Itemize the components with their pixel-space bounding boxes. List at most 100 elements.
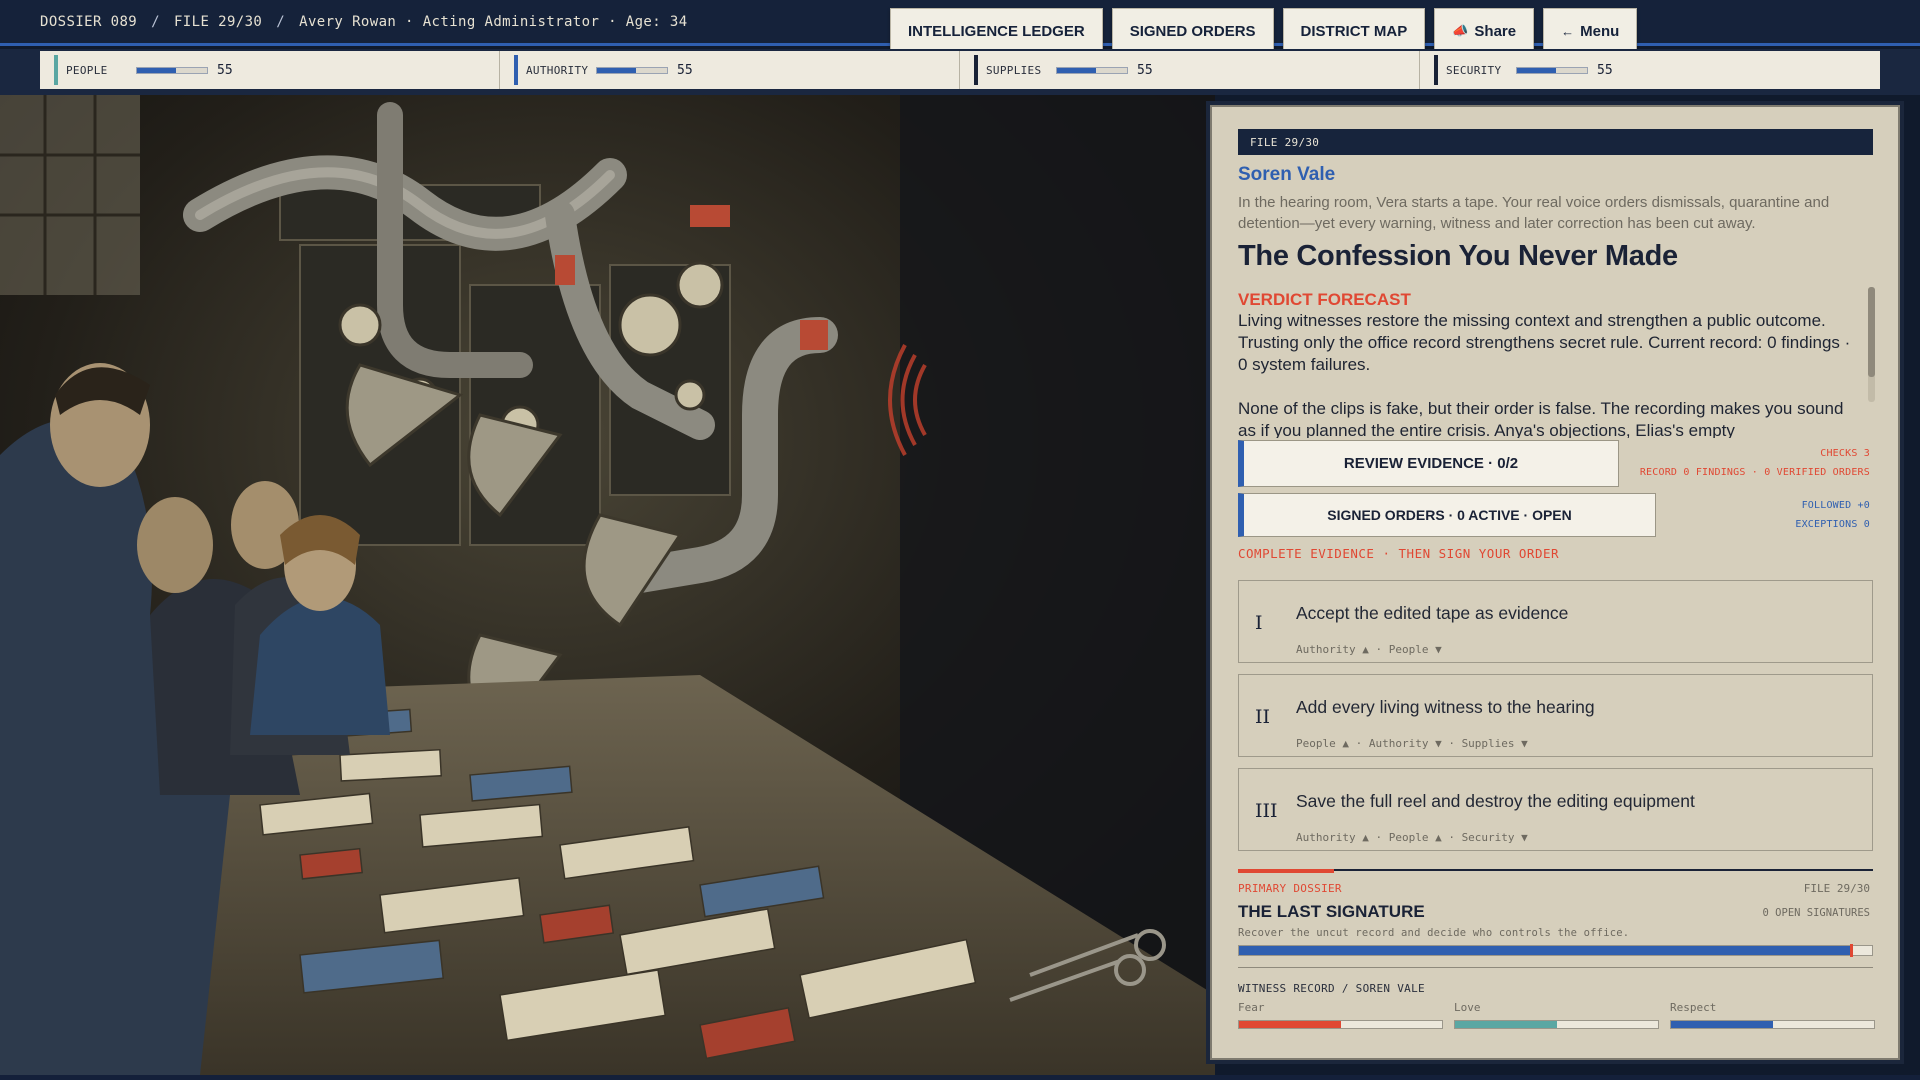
top-bar: DOSSIER 089 / FILE 29/30 / Avery Rowan · Act…	[0, 0, 1920, 54]
choice-number: I	[1255, 611, 1263, 634]
menu-label: Menu	[1580, 22, 1620, 40]
signed-orders-button[interactable]: SIGNED ORDERS	[1111, 8, 1274, 54]
scene-illustration	[0, 95, 1215, 1075]
relation-meter	[1238, 1020, 1443, 1029]
instruction-text: COMPLETE EVIDENCE · THEN SIGN YOUR ORDER	[1238, 546, 1560, 561]
choice-effects: People ▲ · Authority ▼ · Supplies ▼	[1296, 737, 1528, 750]
relation-love: Love	[1454, 1001, 1659, 1029]
choice-option-3[interactable]: III Save the full reel and destroy the e…	[1238, 768, 1873, 851]
dossier-panel: FILE 29/30 Soren Vale In the hearing roo…	[1210, 105, 1900, 1060]
relation-meter	[1670, 1020, 1875, 1029]
stat-meter-fill	[597, 67, 636, 73]
relation-fear: Fear	[1238, 1001, 1443, 1029]
character-info: Avery Rowan · Acting Administrator · Age…	[299, 14, 688, 30]
stat-meter-fill	[1057, 67, 1096, 73]
witness-record-label: WITNESS RECORD / SOREN VALE	[1238, 982, 1425, 995]
exceptions-count: EXCEPTIONS 0	[1795, 519, 1870, 530]
stat-people: PEOPLE 55	[40, 51, 500, 89]
stat-name: PEOPLE	[66, 63, 108, 77]
stat-value: 55	[1137, 62, 1153, 78]
stat-marker	[974, 55, 978, 85]
bottom-bar	[0, 1075, 1920, 1080]
relation-name: Love	[1454, 1001, 1481, 1014]
primary-dossier-description: Recover the uncut record and decide who …	[1238, 927, 1630, 939]
choice-text: Accept the edited tape as evidence	[1296, 603, 1569, 623]
signed-orders-status-button[interactable]: SIGNED ORDERS · 0 ACTIVE · OPEN	[1238, 493, 1656, 537]
narrative-scroll-area[interactable]: VERDICT FORECAST Living witnesses restor…	[1238, 290, 1858, 438]
primary-dossier-label: PRIMARY DOSSIER	[1238, 882, 1342, 895]
hearing-room-artwork	[0, 95, 1215, 1075]
signed-orders-label: SIGNED ORDERS	[1129, 22, 1256, 40]
stat-value: 55	[217, 62, 233, 78]
scrollbar-thumb[interactable]	[1868, 287, 1875, 377]
speaker-name: Soren Vale	[1238, 164, 1336, 185]
megaphone-icon: 📣	[1452, 23, 1469, 38]
intelligence-ledger-label: INTELLIGENCE LEDGER	[908, 22, 1085, 40]
choice-number: III	[1255, 799, 1278, 822]
scene-intro: In the hearing room, Vera starts a tape.…	[1238, 194, 1830, 232]
choice-effects: Authority ▲ · People ▲ · Security ▼	[1296, 831, 1528, 844]
relation-meter-fill	[1455, 1021, 1557, 1028]
followed-count: FOLLOWED +0	[1801, 500, 1870, 511]
file-tag: FILE 29/30	[1238, 129, 1873, 155]
stat-marker	[514, 55, 518, 85]
stat-strip: PEOPLE 55 AUTHORITY 55 SUPPLIES 55 SECUR…	[40, 51, 1880, 89]
open-signatures-count: 0 OPEN SIGNATURES	[1762, 907, 1870, 919]
stat-supplies: SUPPLIES 55	[959, 51, 1420, 89]
dossier-progress-marker	[1850, 944, 1854, 957]
relation-meter-fill	[1239, 1021, 1341, 1028]
dossier-progress-fill	[1239, 946, 1852, 955]
stat-meter-fill	[1517, 67, 1556, 73]
record-status: CHECKS 3 RECORD 0 FINDINGS · 0 VERIFIED …	[1640, 444, 1870, 482]
relation-name: Respect	[1670, 1001, 1717, 1014]
page-title: The Confession You Never Made	[1238, 240, 1678, 272]
stat-name: SECURITY	[1446, 63, 1502, 77]
district-map-label: DISTRICT MAP	[1300, 22, 1408, 40]
dossier-id: DOSSIER 089	[40, 14, 138, 30]
stat-name: AUTHORITY	[526, 63, 589, 77]
choice-option-1[interactable]: I Accept the edited tape as evidence Aut…	[1238, 580, 1873, 663]
record-summary: RECORD 0 FINDINGS · 0 VERIFIED ORDERS	[1639, 467, 1870, 478]
intelligence-ledger-button[interactable]: INTELLIGENCE LEDGER	[890, 8, 1103, 54]
divider-accent	[1238, 869, 1334, 873]
file-id: FILE 29/30	[173, 14, 263, 30]
scrollbar[interactable]	[1868, 287, 1875, 402]
district-map-button[interactable]: DISTRICT MAP	[1282, 8, 1426, 54]
checks-count: CHECKS 3	[1820, 448, 1870, 459]
stat-meter-fill	[137, 67, 176, 73]
choice-option-2[interactable]: II Add every living witness to the heari…	[1238, 674, 1873, 757]
breadcrumb-separator: /	[276, 14, 286, 30]
share-label: Share	[1474, 22, 1517, 40]
stat-meter	[136, 66, 208, 74]
section-divider	[1238, 869, 1873, 873]
stat-meter	[596, 66, 668, 74]
stat-marker	[54, 55, 58, 85]
verdict-forecast-label: VERDICT FORECAST	[1238, 290, 1411, 309]
stat-authority: AUTHORITY 55	[499, 51, 960, 89]
share-button[interactable]: 📣 Share	[1434, 8, 1535, 54]
relation-name: Fear	[1238, 1001, 1265, 1014]
stat-bar: PEOPLE 55 AUTHORITY 55 SUPPLIES 55 SECUR…	[0, 49, 1920, 95]
primary-dossier-title: THE LAST SIGNATURE	[1238, 902, 1425, 921]
nav-buttons: INTELLIGENCE LEDGER SIGNED ORDERS DISTRI…	[890, 8, 1638, 54]
stat-marker	[1434, 55, 1438, 85]
narrative-body-text: None of the clips is fake, but their ord…	[1238, 399, 1844, 438]
stat-security: SECURITY 55	[1419, 51, 1880, 89]
stat-meter	[1056, 66, 1128, 74]
choice-text: Add every living witness to the hearing	[1296, 697, 1595, 717]
stat-value: 55	[1597, 62, 1613, 78]
relation-respect: Respect	[1670, 1001, 1875, 1029]
choice-effects: Authority ▲ · People ▼	[1296, 643, 1442, 656]
relation-meter	[1454, 1020, 1659, 1029]
section-divider	[1238, 967, 1873, 968]
review-evidence-button[interactable]: REVIEW EVIDENCE · 0/2	[1238, 440, 1619, 487]
choice-number: II	[1255, 705, 1271, 728]
menu-button[interactable]: ← Menu	[1543, 8, 1638, 54]
choice-text: Save the full reel and destroy the editi…	[1296, 791, 1695, 811]
relation-meter-fill	[1671, 1021, 1773, 1028]
breadcrumb-separator: /	[151, 14, 160, 30]
arrow-left-icon: ←	[1561, 23, 1575, 39]
primary-dossier-file: FILE 29/30	[1803, 882, 1870, 895]
stat-name: SUPPLIES	[986, 63, 1042, 77]
stat-meter	[1516, 66, 1588, 74]
